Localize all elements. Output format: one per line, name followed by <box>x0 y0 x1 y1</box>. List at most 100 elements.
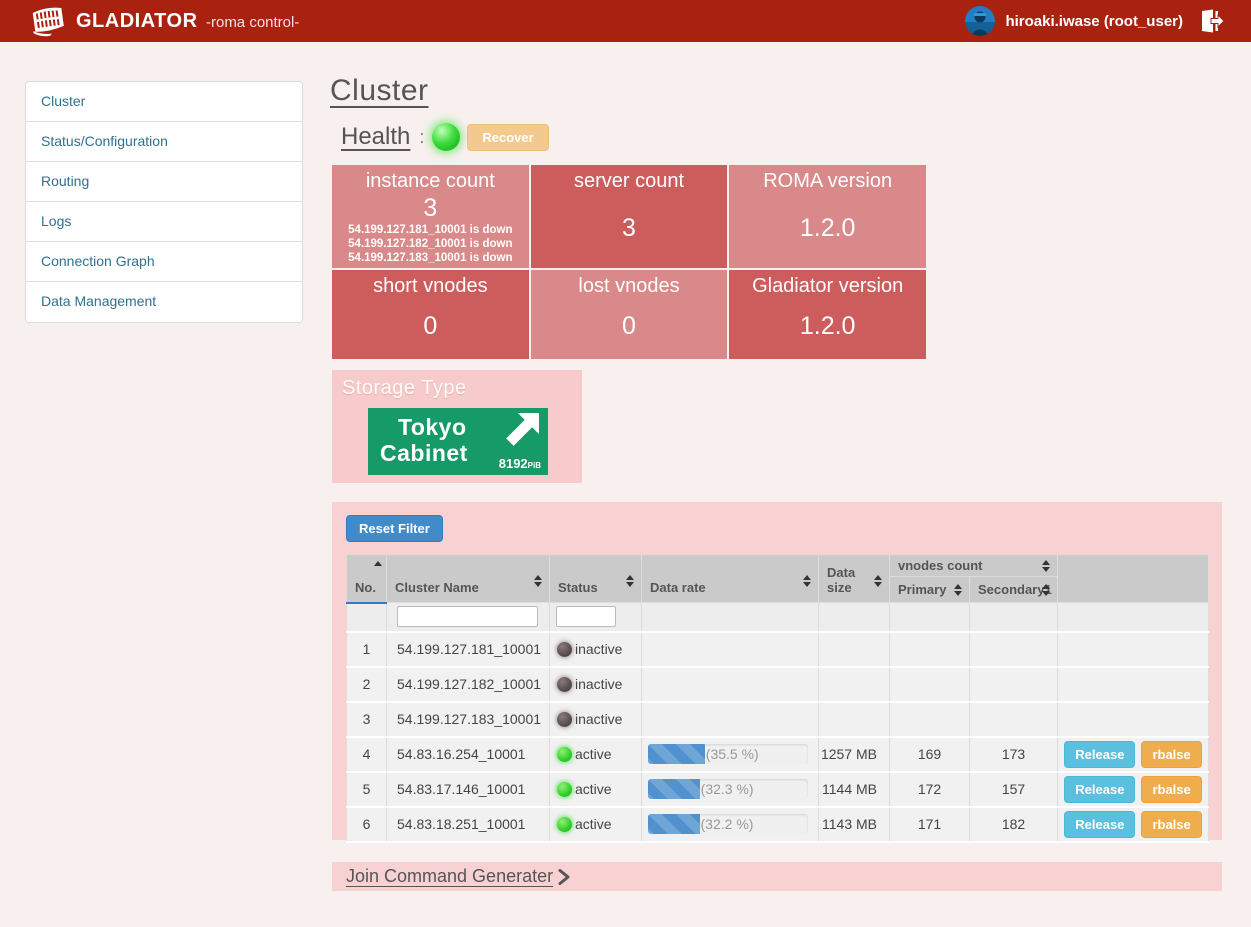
column-header-actions <box>1057 554 1210 603</box>
chevron-right-icon <box>558 868 570 885</box>
sort-icon <box>1042 559 1051 572</box>
actions-cell: Release rbalse <box>1057 736 1210 773</box>
filter-cell <box>549 602 642 633</box>
data-size: 1143 MB <box>818 806 890 843</box>
logout-icon[interactable] <box>1199 8 1225 34</box>
data-rate-cell <box>641 631 819 668</box>
table-row: 2 54.199.127.182_10001 inactive <box>346 666 1210 703</box>
release-button[interactable]: Release <box>1064 740 1136 768</box>
brand-title: GLADIATOR -roma control- <box>76 10 299 33</box>
rbalse-button[interactable]: rbalse <box>1141 810 1202 838</box>
storage-type-panel: Storage Type Tokyo Cabinet 8192PiB <box>332 370 582 483</box>
stat-tile-gladiator-version: Gladiator version 1.2.0 <box>729 270 926 359</box>
filter-cell <box>968 602 1059 633</box>
join-command-bar: Join Command Generater <box>332 862 1222 891</box>
data-rate-cell: (35.5 %) <box>641 736 819 773</box>
down-note: 54.199.127.182_10001 is down <box>348 238 513 250</box>
sidebar-item-routing[interactable]: Routing <box>26 162 302 202</box>
status-cell: active <box>549 736 642 773</box>
sort-ascending-icon <box>374 561 382 566</box>
stat-label: short vnodes <box>373 275 488 297</box>
status-text: active <box>575 746 612 762</box>
stat-tile-server-count: server count 3 <box>530 165 728 268</box>
user-area: hiroaki.iwase (root_user) <box>965 6 1225 36</box>
status-filter-input[interactable] <box>556 606 616 628</box>
column-header-data-rate[interactable]: Data rate <box>641 554 819 603</box>
app-subtitle: -roma control- <box>205 13 300 31</box>
status-inactive-icon <box>557 641 572 657</box>
filter-cell <box>889 602 970 633</box>
primary-vnodes: 169 <box>889 736 970 773</box>
row-number: 2 <box>346 666 387 703</box>
row-number: 5 <box>346 771 387 808</box>
down-note: 54.199.127.181_10001 is down <box>348 224 513 236</box>
status-text: active <box>575 781 612 797</box>
data-rate-progressbar: (32.3 %) <box>648 779 808 799</box>
tokyo-cabinet-logo: Tokyo Cabinet 8192PiB <box>368 408 548 475</box>
cluster-name: 54.199.127.182_10001 <box>386 666 550 703</box>
column-header-secondary1[interactable]: Secondary1 <box>968 576 1059 603</box>
column-header-no[interactable]: No. <box>346 554 387 604</box>
join-command-generator-link[interactable]: Join Command Generater <box>346 866 570 887</box>
filter-cell <box>346 602 387 633</box>
health-label: Health <box>341 123 411 150</box>
progress-label: (35.5 %) <box>705 746 759 762</box>
column-header-primary[interactable]: Primary <box>889 576 970 603</box>
cluster-name-filter-input[interactable] <box>397 606 538 628</box>
app-title: GLADIATOR <box>76 9 198 32</box>
secondary1-cell <box>968 631 1059 668</box>
reset-filter-button[interactable]: Reset Filter <box>346 515 443 542</box>
top-header-bar: GLADIATOR -roma control- hiroaki.iwase (… <box>0 0 1251 42</box>
sidebar-item-logs[interactable]: Logs <box>26 202 302 242</box>
sort-icon <box>534 575 542 587</box>
progress-label: (32.3 %) <box>700 781 754 797</box>
column-header-cluster-name[interactable]: Cluster Name <box>386 554 550 603</box>
colosseum-logo-icon <box>32 7 64 37</box>
table-row: 6 54.83.18.251_10001 active (32.2 %) 114… <box>346 806 1210 843</box>
sort-icon <box>954 583 962 596</box>
recover-button[interactable]: Recover <box>467 123 549 151</box>
column-header-vnodes-count[interactable]: vnodes count <box>888 554 1059 577</box>
table-row: 5 54.83.17.146_10001 active (32.3 %) 114… <box>346 771 1210 808</box>
sidebar-nav: Cluster Status/Configuration Routing Log… <box>25 81 303 323</box>
status-text: inactive <box>575 711 623 727</box>
sidebar-item-cluster[interactable]: Cluster <box>26 82 302 122</box>
cluster-stats-grid: instance count 3 54.199.127.181_10001 is… <box>332 165 926 359</box>
row-number: 6 <box>346 806 387 843</box>
sidebar-item-data-management[interactable]: Data Management <box>26 282 302 322</box>
health-separator: : <box>419 126 425 147</box>
status-cell: active <box>549 771 642 808</box>
stat-value: 3 <box>423 194 438 222</box>
rbalse-button[interactable]: rbalse <box>1141 775 1202 803</box>
table-row: 3 54.199.127.183_10001 inactive <box>346 701 1210 738</box>
primary-vnodes: 171 <box>889 806 970 843</box>
sort-icon <box>626 575 634 587</box>
page-title: Cluster <box>330 74 429 107</box>
actions-cell <box>1057 701 1210 738</box>
stat-value: 1.2.0 <box>799 214 856 242</box>
status-text: inactive <box>575 676 623 692</box>
stat-tile-instance-count: instance count 3 54.199.127.181_10001 is… <box>332 165 529 268</box>
table-header-row-1: No. Cluster Name Status Data rate Data s… <box>346 554 1210 604</box>
rbalse-button[interactable]: rbalse <box>1141 740 1202 768</box>
column-header-status[interactable]: Status <box>549 554 642 603</box>
table-row: 4 54.83.16.254_10001 active (35.5 %) 125… <box>346 736 1210 773</box>
filter-cell <box>1057 602 1210 633</box>
cluster-name: 54.83.16.254_10001 <box>386 736 550 773</box>
column-header-data-size[interactable]: Data size <box>818 554 890 603</box>
release-button[interactable]: Release <box>1064 775 1136 803</box>
logo-text-line1: Tokyo <box>398 414 467 440</box>
sort-icon <box>803 575 811 587</box>
data-rate-cell: (32.2 %) <box>641 806 819 843</box>
cluster-name: 54.199.127.181_10001 <box>386 631 550 668</box>
release-button[interactable]: Release <box>1064 810 1136 838</box>
logo-text-line2: Cabinet <box>380 440 468 466</box>
sidebar-item-connection-graph[interactable]: Connection Graph <box>26 242 302 282</box>
secondary1-cell <box>968 701 1059 738</box>
data-rate-cell <box>641 666 819 703</box>
data-size-cell <box>818 631 890 668</box>
actions-cell <box>1057 631 1210 668</box>
status-active-icon <box>557 816 572 832</box>
filter-row <box>346 602 1210 633</box>
sidebar-item-status-configuration[interactable]: Status/Configuration <box>26 122 302 162</box>
